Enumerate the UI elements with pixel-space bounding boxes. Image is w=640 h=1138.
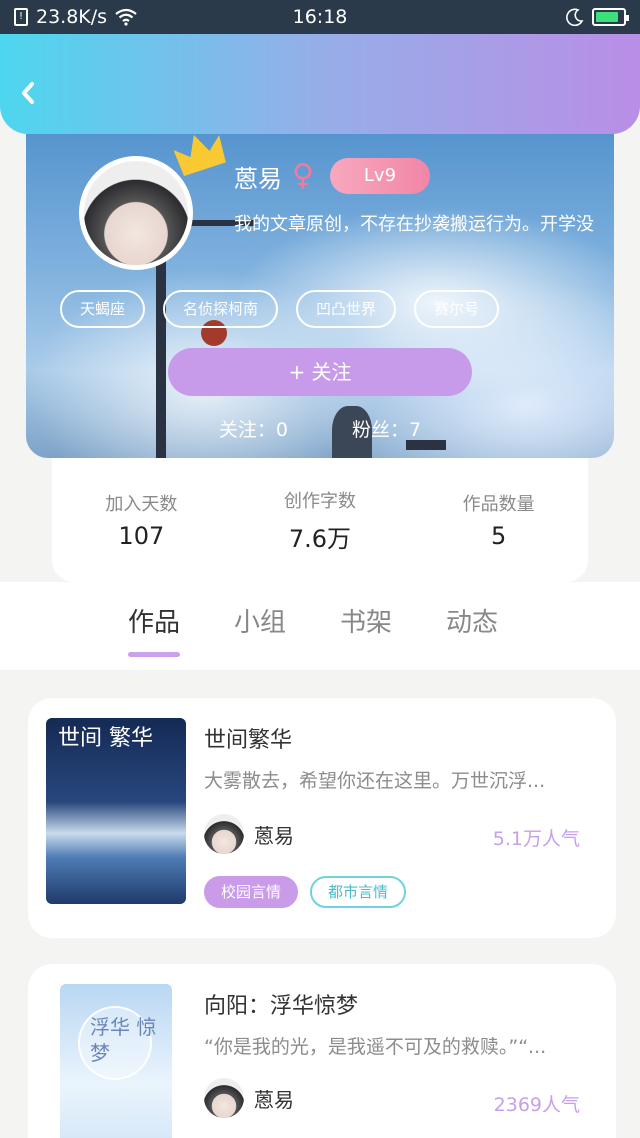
- avatar-image: [84, 161, 188, 265]
- status-bar: ! 23.8K/s 16:18: [0, 0, 640, 34]
- profile-tag[interactable]: 名侦探柯南: [163, 290, 279, 328]
- follow-button[interactable]: + 关注: [168, 348, 472, 396]
- tab-bookshelf[interactable]: 书架: [340, 602, 392, 639]
- level-badge: Lv9: [329, 158, 430, 194]
- cover-title: 浮华 惊梦: [90, 1015, 157, 1065]
- author-name: 蒽易: [254, 823, 294, 848]
- stat-value: 107: [118, 522, 165, 550]
- author-avatar: [204, 1078, 244, 1118]
- female-icon: ♀: [292, 158, 314, 193]
- work-tag[interactable]: 都市言情: [310, 876, 407, 908]
- moon-icon: [566, 8, 584, 26]
- work-title[interactable]: 世间繁华: [204, 722, 292, 754]
- stat-value: 5: [491, 522, 507, 550]
- work-card[interactable]: 浮华 惊梦 向阳：浮华惊梦 “你是我的光，是我遥不可及的救赎。”“... 蒽易 …: [28, 964, 616, 1138]
- author-name: 蒽易: [254, 1087, 294, 1112]
- work-tags: 校园言情 都市言情: [204, 876, 407, 908]
- tab-works[interactable]: 作品: [128, 602, 181, 657]
- battery-fill: [596, 12, 619, 22]
- header-bar: [0, 34, 640, 134]
- author-row[interactable]: 蒽易: [204, 814, 294, 854]
- status-left: ! 23.8K/s: [14, 6, 137, 28]
- work-description: 大雾散去，希望你还在这里。万世沉浮...: [204, 770, 546, 792]
- profile-tag[interactable]: 天蝎座: [60, 290, 146, 328]
- cover-title: 世间 繁华: [58, 726, 153, 751]
- following-count[interactable]: 关注：0: [219, 415, 288, 442]
- user-bio: 我的文章原创，不存在抄袭搬运行为。开学没: [234, 214, 594, 235]
- fans-count[interactable]: 粉丝：7: [352, 415, 421, 442]
- stat-label: 创作字数: [283, 490, 356, 512]
- profile-tags: 天蝎座 名侦探柯南 凹凸世界 赛尔号: [60, 290, 500, 328]
- tab-groups[interactable]: 小组: [234, 602, 286, 639]
- stat-value: 7.6万: [288, 524, 352, 553]
- battery-charging-icon: [592, 8, 629, 26]
- wifi-icon: [115, 8, 137, 26]
- work-tag[interactable]: 校园言情: [204, 876, 299, 908]
- popularity-count: 5.1万人气: [492, 828, 580, 850]
- author-row[interactable]: 蒽易: [204, 1078, 294, 1118]
- back-button[interactable]: [16, 78, 50, 112]
- work-cover[interactable]: 世间 繁华: [46, 718, 186, 904]
- network-speed: 23.8K/s: [36, 6, 108, 28]
- stat-label: 作品数量: [462, 494, 535, 515]
- profile-banner: 蒽易 ♀ Lv9 我的文章原创，不存在抄袭搬运行为。开学没 天蝎座 名侦探柯南 …: [26, 110, 614, 458]
- profile-tag[interactable]: 赛尔号: [414, 290, 500, 328]
- stat-days: 加入天数 107: [61, 490, 221, 550]
- stat-works: 作品数量 5: [419, 490, 579, 550]
- stat-label: 加入天数: [105, 494, 178, 515]
- profile-avatar[interactable]: [79, 156, 193, 270]
- crown-icon: [174, 134, 226, 176]
- chevron-left-icon: [22, 82, 34, 104]
- profile-tag[interactable]: 凹凸世界: [296, 290, 397, 328]
- work-description: “你是我的光，是我遥不可及的救赎。”“...: [204, 1036, 547, 1058]
- user-name: 蒽易: [234, 164, 282, 193]
- sim-card-icon: !: [14, 8, 28, 26]
- work-title[interactable]: 向阳：浮华惊梦: [204, 988, 358, 1020]
- work-card[interactable]: 世间 繁华 世间繁华 大雾散去，希望你还在这里。万世沉浮... 蒽易 5.1万人…: [28, 698, 616, 938]
- tab-activity[interactable]: 动态: [446, 602, 498, 639]
- work-cover[interactable]: 浮华 惊梦: [60, 984, 172, 1138]
- status-right: [566, 8, 629, 26]
- author-avatar: [204, 814, 244, 854]
- name-row: 蒽易 ♀ Lv9: [234, 158, 430, 194]
- tab-bar: 作品 小组 书架 动态: [128, 602, 498, 657]
- tabs-area: 作品 小组 书架 动态: [0, 582, 640, 670]
- popularity-count: 2369人气: [493, 1094, 580, 1116]
- stats-card: 加入天数 107 创作字数 7.6万 作品数量 5: [52, 458, 588, 582]
- stat-words: 创作字数 7.6万: [240, 487, 400, 554]
- follow-stats: 关注：0 粉丝：7: [26, 415, 614, 442]
